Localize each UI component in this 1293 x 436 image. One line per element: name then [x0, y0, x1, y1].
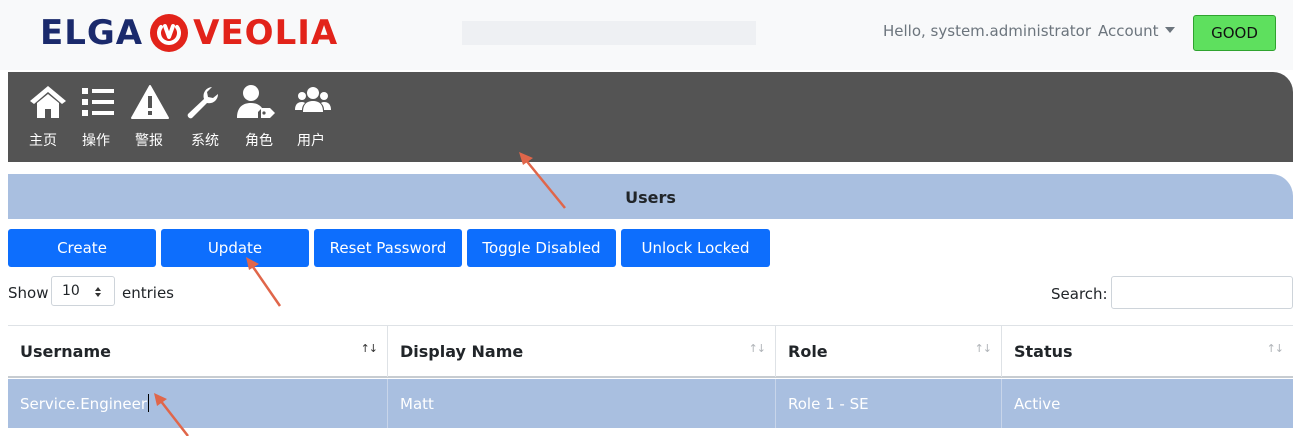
- table-header-row: Username ↑↓ Display Name ↑↓ Role ↑↓ Stat…: [8, 325, 1293, 378]
- select-arrows-icon: [95, 287, 101, 297]
- warning-icon[interactable]: [130, 84, 170, 120]
- users-icon[interactable]: [293, 84, 333, 120]
- main-nav: 主页 操作 警报 系统 角色 用户: [8, 72, 1293, 162]
- update-button[interactable]: Update: [161, 229, 309, 267]
- cell-status: Active: [1001, 379, 1293, 428]
- column-label-username: Username: [20, 342, 111, 361]
- entries-label: entries: [122, 284, 174, 302]
- nav-item-operations[interactable]: 操作: [82, 130, 110, 150]
- column-label-role: Role: [788, 342, 828, 361]
- search-label: Search:: [1051, 285, 1108, 303]
- sort-icon: ↑↓: [748, 342, 766, 355]
- greeting-text: Hello, system.administrator: [883, 22, 1092, 40]
- cell-username-text: Service.Engineer: [20, 395, 148, 413]
- sort-icon: ↑↓: [974, 342, 992, 355]
- cell-username: Service.Engineer: [8, 379, 387, 428]
- account-label: Account: [1098, 22, 1159, 40]
- user-tag-icon[interactable]: [236, 84, 276, 120]
- list-icon[interactable]: [78, 84, 118, 120]
- status-badge: GOOD: [1193, 15, 1276, 51]
- nav-item-system[interactable]: 系统: [191, 130, 219, 150]
- table-row[interactable]: Service.Engineer Matt Role 1 - SE Active: [8, 379, 1293, 428]
- elga-veolia-logo: ELGA VEOLIA: [40, 8, 338, 58]
- reset-password-button[interactable]: Reset Password: [314, 229, 462, 267]
- text-cursor: [148, 394, 150, 412]
- entries-length-select[interactable]: 10: [51, 276, 115, 306]
- column-label-display-name: Display Name: [400, 342, 524, 361]
- entries-length-value: 10: [62, 283, 80, 299]
- blank-banner: [462, 21, 756, 45]
- logo-elga-text: ELGA: [40, 13, 144, 53]
- column-header-role[interactable]: Role ↑↓: [775, 326, 1001, 377]
- create-button[interactable]: Create: [8, 229, 156, 267]
- nav-item-home[interactable]: 主页: [29, 130, 57, 150]
- wrench-icon[interactable]: [182, 84, 222, 120]
- logo-veolia-text: VEOLIA: [193, 13, 339, 53]
- caret-down-icon: [1164, 27, 1175, 33]
- column-header-display-name[interactable]: Display Name ↑↓: [387, 326, 775, 377]
- column-header-username[interactable]: Username ↑↓: [8, 326, 387, 377]
- home-icon[interactable]: [28, 84, 68, 120]
- cell-role: Role 1 - SE: [775, 379, 1001, 428]
- column-label-status: Status: [1014, 342, 1073, 361]
- toggle-disabled-button[interactable]: Toggle Disabled: [467, 229, 616, 267]
- cell-display-name: Matt: [387, 379, 775, 428]
- show-label: Show: [8, 284, 49, 302]
- unlock-locked-button[interactable]: Unlock Locked: [621, 229, 770, 267]
- veolia-logo-icon: [150, 14, 189, 52]
- search-input[interactable]: [1111, 276, 1293, 309]
- sort-icon: ↑↓: [360, 342, 378, 355]
- nav-item-alarms[interactable]: 警报: [135, 130, 163, 150]
- page-title: Users: [8, 174, 1293, 219]
- sort-icon: ↑↓: [1266, 342, 1284, 355]
- nav-item-roles[interactable]: 角色: [245, 130, 273, 150]
- account-dropdown[interactable]: Account: [1098, 22, 1175, 40]
- column-header-status[interactable]: Status ↑↓: [1001, 326, 1293, 377]
- top-header: ELGA VEOLIA Hello, system.administrator …: [0, 0, 1293, 70]
- nav-item-users[interactable]: 用户: [297, 130, 325, 150]
